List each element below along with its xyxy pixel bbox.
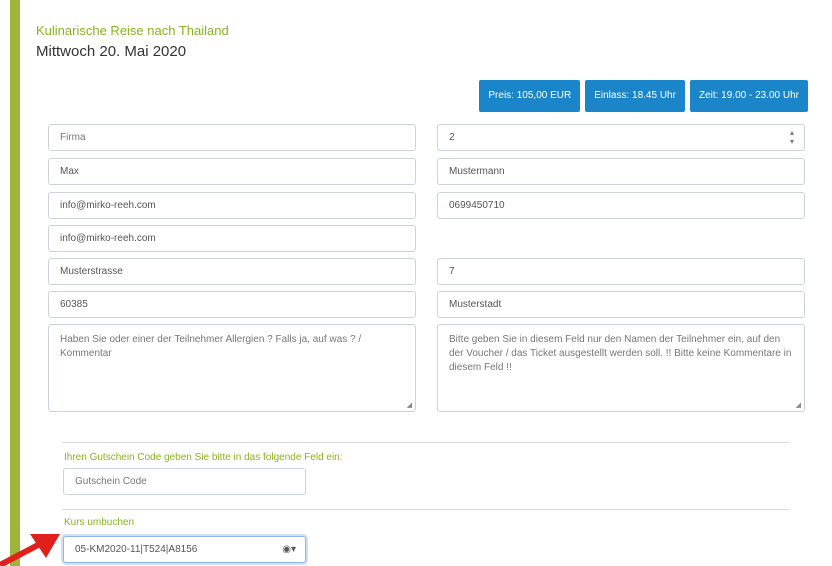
zip-input[interactable]: 60385 — [48, 291, 416, 318]
event-date: Mittwoch 20. Mai 2020 — [36, 43, 187, 60]
entry-time-badge: Einlass: 18.45 Uhr — [585, 80, 685, 112]
voucher-names-textarea[interactable]: Bitte geben Sie in diesem Feld nur den N… — [437, 324, 805, 412]
allergies-placeholder: Haben Sie oder einer der Teilnehmer Alle… — [60, 334, 362, 359]
event-title: Kulinarische Reise nach Thailand — [36, 23, 229, 38]
resize-handle-icon[interactable]: ◢ — [407, 402, 412, 409]
info-badges: Preis: 105,00 EUR Einlass: 18.45 Uhr Zei… — [479, 80, 808, 112]
rebook-selected-value: 05-KM2020-11|T524|A8156 — [75, 544, 198, 555]
rebook-label: Kurs umbuchen — [64, 517, 135, 528]
participants-stepper[interactable]: 2 ▴ ▾ — [437, 124, 805, 151]
resize-handle-icon[interactable]: ◢ — [796, 402, 801, 409]
chevron-down-icon[interactable]: ◉▾ — [282, 537, 296, 562]
first-name-input[interactable]: Max — [48, 158, 416, 185]
street-input[interactable]: Musterstrasse — [48, 258, 416, 285]
company-input[interactable]: Firma — [48, 124, 416, 151]
event-time-badge: Zeit: 19.00 - 23.00 Uhr — [689, 80, 808, 112]
email-confirm-input[interactable]: info@mirko-reeh.com — [48, 225, 416, 252]
phone-input[interactable]: 0699450710 — [437, 192, 805, 219]
section-divider — [62, 442, 790, 443]
stepper-arrows-icon[interactable]: ▴ ▾ — [790, 128, 794, 146]
voucher-code-input[interactable]: Gutschein Code — [63, 468, 306, 495]
city-input[interactable]: Musterstadt — [437, 291, 805, 318]
section-divider — [62, 509, 790, 510]
red-pointer-arrow-icon — [0, 534, 60, 566]
allergies-textarea[interactable]: Haben Sie oder einer der Teilnehmer Alle… — [48, 324, 416, 412]
voucher-names-placeholder: Bitte geben Sie in diesem Feld nur den N… — [449, 334, 792, 373]
last-name-input[interactable]: Mustermann — [437, 158, 805, 185]
voucher-label: Ihren Gutschein Code geben Sie bitte in … — [64, 452, 343, 463]
participants-value: 2 — [449, 132, 455, 143]
left-accent-bar — [10, 0, 20, 566]
price-badge: Preis: 105,00 EUR — [479, 80, 581, 112]
email-input[interactable]: info@mirko-reeh.com — [48, 192, 416, 219]
house-number-input[interactable]: 7 — [437, 258, 805, 285]
rebook-course-select[interactable]: 05-KM2020-11|T524|A8156 ◉▾ — [63, 536, 306, 563]
